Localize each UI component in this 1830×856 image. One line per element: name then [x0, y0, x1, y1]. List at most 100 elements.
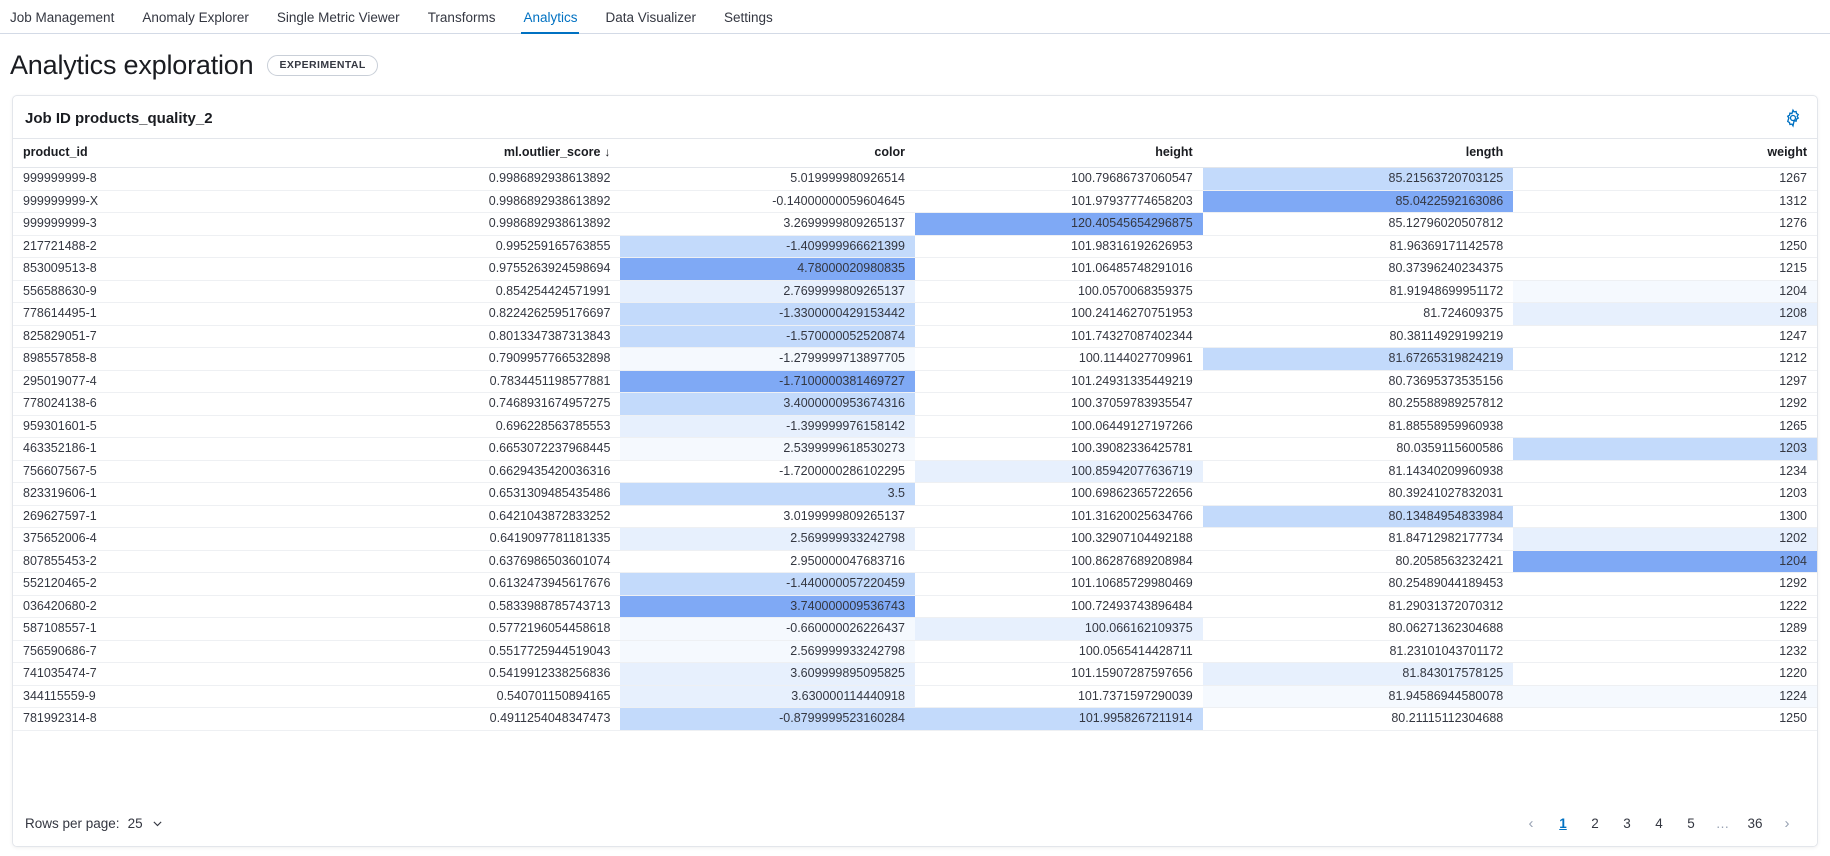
- cell-height: 101.7371597290039: [914, 685, 1203, 708]
- cell-length: 85.12796020507812: [1202, 212, 1514, 236]
- pagination-next-icon[interactable]: ›: [1776, 812, 1798, 834]
- tab-settings[interactable]: Settings: [710, 10, 787, 34]
- cell-weight: 1215: [1513, 257, 1817, 281]
- table-row[interactable]: 756590686-7 0.5517725944519043 2.569999933…: [13, 640, 1817, 663]
- cell-product-id: 344115559-9: [13, 685, 333, 708]
- cell-product-id: 898557858-8: [13, 347, 333, 371]
- tab-single-metric-viewer[interactable]: Single Metric Viewer: [263, 10, 414, 34]
- table-row[interactable]: 375652006-4 0.6419097781181335 2.569999933…: [13, 527, 1817, 551]
- table-row[interactable]: 999999999-3 0.9986892938613892 3.269999980…: [13, 212, 1817, 236]
- tab-anomaly-explorer[interactable]: Anomaly Explorer: [128, 10, 263, 34]
- table-row[interactable]: 552120465-2 0.6132473945617676 -1.44000005…: [13, 572, 1817, 596]
- pagination-page-4[interactable]: 4: [1648, 812, 1670, 834]
- cell-height: 100.0565414428711: [914, 640, 1203, 663]
- cell-length: 85.21563720703125: [1202, 167, 1514, 191]
- cell-color: 3.0199999809265137: [620, 505, 915, 528]
- pagination-page-2[interactable]: 2: [1584, 812, 1606, 834]
- cell-length: 81.23101043701172: [1202, 640, 1514, 663]
- table-row[interactable]: 587108557-1 0.5772196054458618 -0.66000002…: [13, 617, 1817, 641]
- table-row[interactable]: 778024138-6 0.7468931674957275 3.400000095…: [13, 392, 1817, 416]
- cell-color: 2.569999933242798: [620, 640, 915, 663]
- cell-height: 101.15907287597656: [914, 662, 1203, 686]
- table-row[interactable]: 778614495-1 0.8224262595176697 -1.33000004…: [13, 302, 1817, 326]
- gear-icon[interactable]: [1783, 108, 1803, 128]
- cell-ml-outlier-score: 0.7834451198577881: [332, 370, 621, 393]
- table-row[interactable]: 807855453-2 0.6376986503601074 2.950000047…: [13, 550, 1817, 573]
- cell-ml-outlier-score: 0.9986892938613892: [332, 190, 621, 213]
- results-panel: Job ID products_quality_2 product_id ml.o…: [12, 95, 1818, 847]
- table-body: 999999999-8 0.9986892938613892 5.019999980…: [13, 167, 1817, 731]
- cell-weight: 1203: [1513, 482, 1817, 506]
- cell-weight: 1312: [1513, 190, 1817, 213]
- table-row[interactable]: 344115559-9 0.540701150894165 3.6300001144…: [13, 685, 1817, 708]
- table-row[interactable]: 295019077-4 0.7834451198577881 -1.71000003…: [13, 370, 1817, 393]
- table-row[interactable]: 036420680-2 0.5833988785743713 3.740000009…: [13, 595, 1817, 618]
- table-row[interactable]: 781992314-8 0.4911254048347473 -0.87999995…: [13, 707, 1817, 731]
- cell-color: 3.740000009536743: [620, 595, 915, 618]
- table-row[interactable]: 269627597-1 0.6421043872833252 3.019999980…: [13, 505, 1817, 528]
- pagination-page-1[interactable]: 1: [1552, 812, 1574, 834]
- cell-color: -1.570000052520874: [620, 325, 915, 348]
- cell-length: 85.0422592163086: [1202, 190, 1514, 213]
- tab-data-visualizer[interactable]: Data Visualizer: [591, 10, 710, 34]
- table-row[interactable]: 825829051-7 0.8013347387313843 -1.57000005…: [13, 325, 1817, 348]
- pagination-page-3[interactable]: 3: [1616, 812, 1638, 834]
- column-header-color[interactable]: color: [620, 138, 915, 168]
- cell-ml-outlier-score: 0.5833988785743713: [332, 595, 621, 618]
- tab-analytics[interactable]: Analytics: [509, 10, 591, 34]
- cell-weight: 1276: [1513, 212, 1817, 236]
- table-row[interactable]: 999999999-X 0.9986892938613892 -0.14000000…: [13, 190, 1817, 213]
- table-row[interactable]: 556588630-9 0.854254424571991 2.7699999809…: [13, 280, 1817, 303]
- cell-ml-outlier-score: 0.6421043872833252: [332, 505, 621, 528]
- cell-product-id: 556588630-9: [13, 280, 333, 303]
- column-header-ml-outlier-score[interactable]: ml.outlier_score ↓: [332, 138, 621, 168]
- cell-ml-outlier-score: 0.9986892938613892: [332, 212, 621, 236]
- table-row[interactable]: 741035474-7 0.5419912338256836 3.609999895…: [13, 662, 1817, 686]
- cell-length: 80.0359115600586: [1202, 437, 1514, 461]
- cell-length: 80.13484954833984: [1202, 505, 1514, 528]
- pagination-page-5[interactable]: 5: [1680, 812, 1702, 834]
- panel-header: Job ID products_quality_2: [13, 96, 1817, 138]
- cell-weight: 1289: [1513, 617, 1817, 641]
- column-header-weight[interactable]: weight: [1513, 138, 1817, 168]
- cell-height: 100.32907104492188: [914, 527, 1203, 551]
- cell-height: 101.24931335449219: [914, 370, 1203, 393]
- table-row[interactable]: 959301601-5 0.696228563785553 -1.399999976…: [13, 415, 1817, 438]
- tab-transforms[interactable]: Transforms: [414, 10, 510, 34]
- cell-weight: 1208: [1513, 302, 1817, 326]
- table-row[interactable]: 756607567-5 0.6629435420036316 -1.72000002…: [13, 460, 1817, 483]
- cell-color: -1.409999966621399: [620, 235, 915, 258]
- cell-weight: 1203: [1513, 437, 1817, 461]
- table-row[interactable]: 999999999-8 0.9986892938613892 5.019999980…: [13, 167, 1817, 191]
- cell-ml-outlier-score: 0.5772196054458618: [332, 617, 621, 641]
- table-row[interactable]: 853009513-8 0.9755263924598694 4.780000209…: [13, 257, 1817, 281]
- table-row[interactable]: 898557858-8 0.7909957766532898 -1.27999997…: [13, 347, 1817, 371]
- table-row[interactable]: 823319606-1 0.6531309485435486 3.5 100.6986…: [13, 482, 1817, 506]
- table-row[interactable]: 217721488-2 0.995259165763855 -1.409999966…: [13, 235, 1817, 258]
- cell-length: 81.94586944580078: [1202, 685, 1514, 708]
- cell-product-id: 269627597-1: [13, 505, 333, 528]
- column-header-length[interactable]: length: [1202, 138, 1514, 168]
- table-row[interactable]: 463352186-1 0.6653072237968445 2.539999961…: [13, 437, 1817, 461]
- pagination-ellipsis: …: [1715, 815, 1731, 831]
- pagination-prev-icon[interactable]: ‹: [1520, 812, 1542, 834]
- cell-ml-outlier-score: 0.8013347387313843: [332, 325, 621, 348]
- cell-ml-outlier-score: 0.6629435420036316: [332, 460, 621, 483]
- tab-job-management[interactable]: Job Management: [0, 10, 128, 34]
- chevron-down-icon: [151, 817, 164, 830]
- cell-product-id: 999999999-3: [13, 212, 333, 236]
- table-header: product_id ml.outlier_score ↓ color height le…: [13, 138, 1817, 168]
- cell-length: 81.843017578125: [1202, 662, 1514, 686]
- cell-height: 101.98316192626953: [914, 235, 1203, 258]
- job-id-title: Job ID products_quality_2: [25, 109, 213, 127]
- cell-color: 3.5: [620, 482, 915, 506]
- cell-color: 3.2699999809265137: [620, 212, 915, 236]
- cell-height: 101.9958267211914: [914, 707, 1203, 731]
- column-header-height[interactable]: height: [914, 138, 1203, 168]
- cell-color: -0.660000026226437: [620, 617, 915, 641]
- cell-weight: 1204: [1513, 280, 1817, 303]
- pagination-page-36[interactable]: 36: [1744, 812, 1766, 834]
- cell-product-id: 217721488-2: [13, 235, 333, 258]
- rows-per-page-selector[interactable]: Rows per page: 25: [25, 816, 164, 831]
- column-header-product-id[interactable]: product_id: [13, 138, 333, 168]
